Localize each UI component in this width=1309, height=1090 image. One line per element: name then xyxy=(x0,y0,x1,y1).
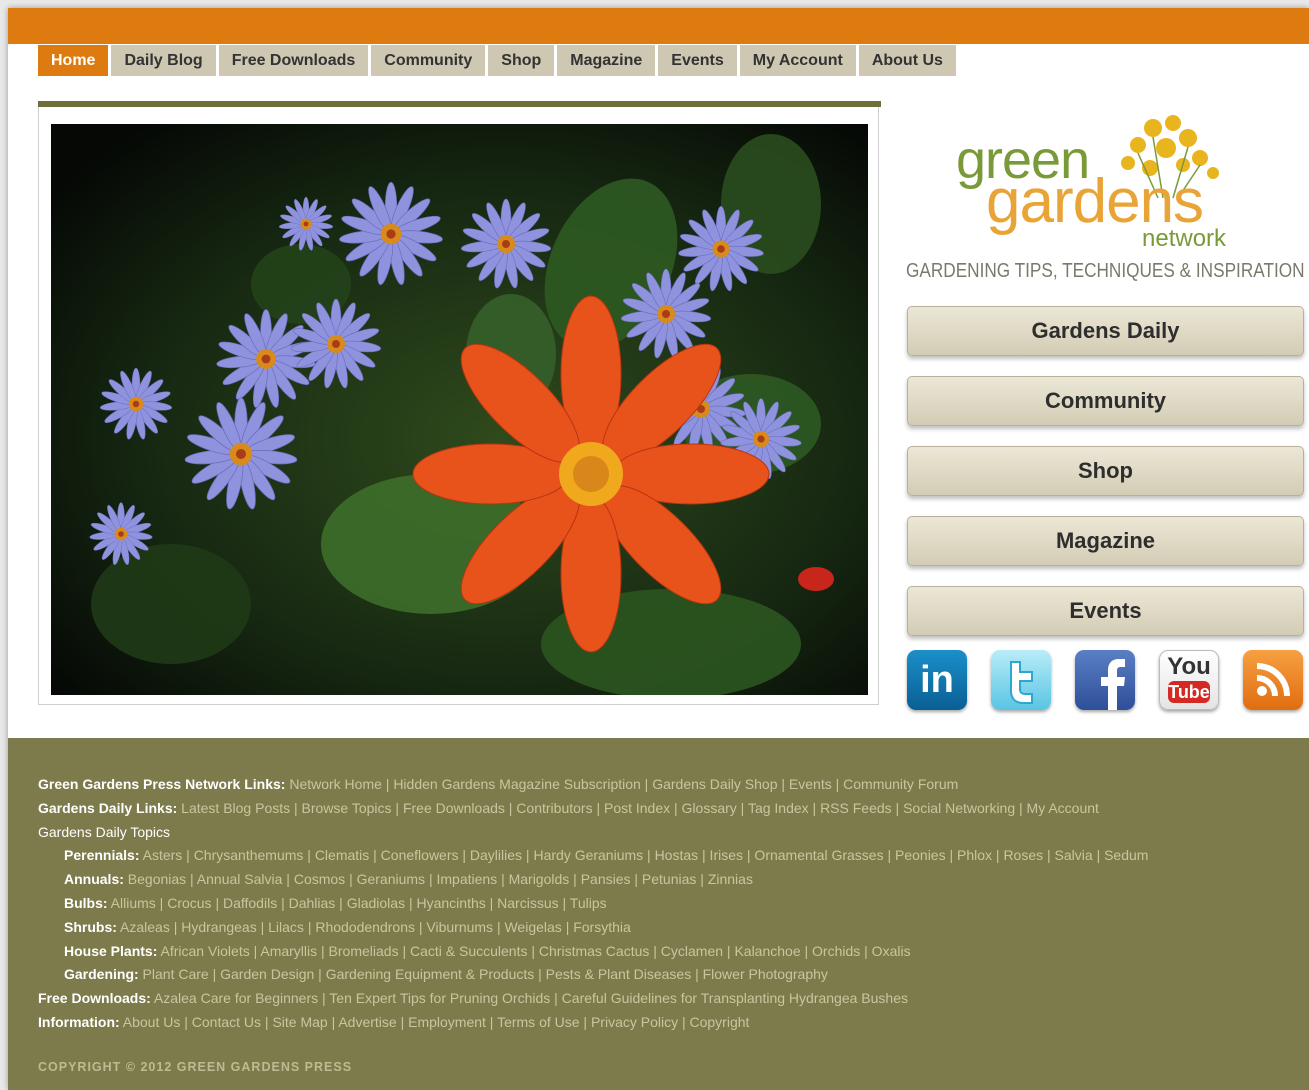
footer-shrubs-label: Shrubs: xyxy=(64,918,117,935)
footer-house-plants-links[interactable]: African Violets | Amaryllis | Bromeliads… xyxy=(157,943,910,959)
nav-community[interactable]: Community xyxy=(371,45,486,76)
community-button[interactable]: Community xyxy=(907,376,1304,426)
footer-gardening-links[interactable]: Plant Care | Garden Design | Gardening E… xyxy=(139,966,828,982)
footer-downloads-row: Free Downloads: Azalea Care for Beginner… xyxy=(38,987,1148,1011)
footer-bulbs-label: Bulbs: xyxy=(64,894,108,911)
footer-perennials-label: Perennials: xyxy=(64,847,140,864)
youtube-tube-text: Tube xyxy=(1168,681,1210,703)
main-nav: Home Daily Blog Free Downloads Community… xyxy=(38,45,959,76)
nav-events[interactable]: Events xyxy=(658,45,737,76)
nav-my-account[interactable]: My Account xyxy=(739,45,856,76)
footer-bulbs-row: Bulbs: Alliums | Crocus | Daffodils | Da… xyxy=(38,892,1148,916)
featured-photo-frame xyxy=(38,101,881,705)
featured-flower-photo[interactable] xyxy=(51,124,868,695)
footer-gardening-label: Gardening: xyxy=(64,966,139,983)
top-orange-bar xyxy=(8,8,1309,44)
nav-magazine[interactable]: Magazine xyxy=(557,45,656,76)
footer-annuals-row: Annuals: Begonias | Annual Salvia | Cosm… xyxy=(38,868,1148,892)
page: Home Daily Blog Free Downloads Community… xyxy=(8,8,1309,1090)
magazine-button[interactable]: Magazine xyxy=(907,516,1304,566)
rss-icon[interactable] xyxy=(1243,650,1303,710)
linkedin-icon[interactable]: in xyxy=(907,650,967,710)
footer-perennials-links[interactable]: Asters | Chrysanthemums | Clematis | Con… xyxy=(139,847,1149,863)
shop-button[interactable]: Shop xyxy=(907,446,1304,496)
facebook-icon[interactable] xyxy=(1075,650,1135,710)
footer: Green Gardens Press Network Links: Netwo… xyxy=(8,738,1309,1090)
footer-gardening-row: Gardening: Plant Care | Garden Design | … xyxy=(38,963,1148,987)
footer-shrubs-row: Shrubs: Azaleas | Hydrangeas | Lilacs | … xyxy=(38,916,1148,940)
logo-network-text: network xyxy=(1142,225,1227,252)
events-button[interactable]: Events xyxy=(907,586,1304,636)
nav-free-downloads[interactable]: Free Downloads xyxy=(218,45,369,76)
footer-perennials-row: Perennials: Asters | Chrysanthemums | Cl… xyxy=(38,844,1148,868)
youtube-icon[interactable]: You Tube xyxy=(1159,650,1219,710)
footer-topics-heading: Gardens Daily Topics xyxy=(38,823,171,840)
footer-annuals-label: Annuals: xyxy=(64,871,124,888)
flower-illustration xyxy=(51,124,868,695)
twitter-icon[interactable] xyxy=(991,650,1051,710)
footer-info-label: Information: xyxy=(38,1013,120,1030)
rss-glyph xyxy=(1256,663,1290,697)
photo-frame-top-bar xyxy=(38,101,881,107)
footer-info-links[interactable]: About Us | Contact Us | Site Map | Adver… xyxy=(120,1014,750,1030)
footer-shrubs-links[interactable]: Azaleas | Hydrangeas | Lilacs | Rhododen… xyxy=(117,919,631,935)
nav-home[interactable]: Home xyxy=(38,45,109,76)
facebook-f-glyph xyxy=(1101,659,1125,710)
footer-daily-row: Gardens Daily Links: Latest Blog Posts |… xyxy=(38,797,1148,821)
logo-gardens-text: gardens xyxy=(986,167,1204,236)
footer-network-label: Green Gardens Press Network Links: xyxy=(38,776,286,792)
green-gardens-logo[interactable]: green gardens network xyxy=(938,103,1248,258)
footer-links: Green Gardens Press Network Links: Netwo… xyxy=(38,773,1148,1035)
footer-info-row: Information: About Us | Contact Us | Sit… xyxy=(38,1011,1148,1035)
footer-network-links[interactable]: Network Home | Hidden Gardens Magazine S… xyxy=(285,776,958,792)
footer-house-plants-row: House Plants: African Violets | Amarylli… xyxy=(38,940,1148,964)
nav-daily-blog[interactable]: Daily Blog xyxy=(111,45,216,76)
footer-network-row: Green Gardens Press Network Links: Netwo… xyxy=(38,773,1148,797)
footer-house-plants-label: House Plants: xyxy=(64,942,158,959)
footer-daily-label: Gardens Daily Links: xyxy=(38,799,178,816)
youtube-you-text: You xyxy=(1167,653,1211,680)
footer-downloads-label: Free Downloads: xyxy=(38,990,151,1007)
footer-bulbs-links[interactable]: Alliums | Crocus | Daffodils | Dahlias |… xyxy=(108,895,607,911)
copyright-text: COPYRIGHT © 2012 GREEN GARDENS PRESS xyxy=(38,1060,353,1074)
tagline: GARDENING TIPS, TECHNIQUES & INSPIRATION xyxy=(906,260,1305,282)
twitter-t-glyph xyxy=(1010,661,1033,704)
linkedin-text: in xyxy=(920,659,954,701)
footer-annuals-links[interactable]: Begonias | Annual Salvia | Cosmos | Gera… xyxy=(124,871,753,887)
gardens-daily-button[interactable]: Gardens Daily xyxy=(907,306,1304,356)
footer-daily-links[interactable]: Latest Blog Posts | Browse Topics | Free… xyxy=(177,800,1099,816)
nav-shop[interactable]: Shop xyxy=(488,45,555,76)
footer-downloads-links[interactable]: Azalea Care for Beginners | Ten Expert T… xyxy=(151,990,908,1006)
nav-about-us[interactable]: About Us xyxy=(858,45,956,76)
